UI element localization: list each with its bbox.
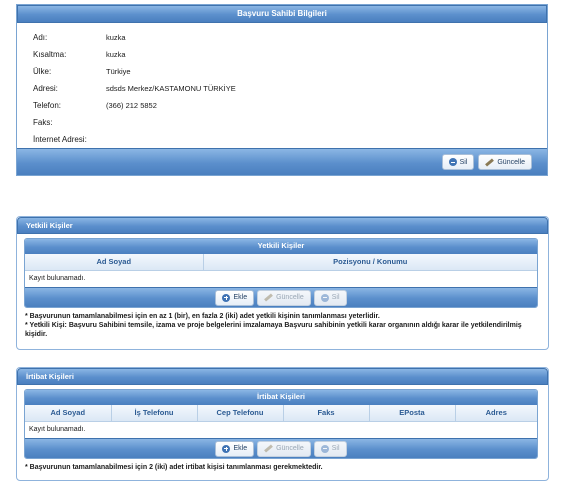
delete-contact-button[interactable]: Sil [313, 440, 347, 457]
update-contact-button[interactable]: Güncelle [257, 440, 311, 457]
contacts-grid: İrtibat Kişileri Ad Soyad İş Telefonu Ce… [24, 389, 538, 459]
delete-label: Sil [459, 158, 468, 166]
delete-icon [448, 158, 457, 166]
field-value: (366) 212 5852 [106, 101, 157, 110]
authorized-grid-title: Yetkili Kişiler [25, 239, 537, 254]
authorized-grid: Yetkili Kişiler Ad Soyad Pozisyonu / Kon… [24, 238, 538, 308]
column-header-work-phone[interactable]: İş Telefonu [111, 405, 198, 422]
contacts-notes: * Başvurunun tamamlanabilmesi için 2 (ik… [17, 459, 548, 472]
applicant-info-panel: Başvuru Sahibi Bilgileri Adı: kuzka Kısa… [16, 4, 548, 176]
authorized-persons-panel: Yetkili Kişiler Yetkili Kişiler Ad Soyad… [16, 216, 549, 350]
note-text: * Başvurunun tamamlanabilmesi için 2 (ik… [25, 464, 323, 471]
delete-authorized-button[interactable]: Sil [313, 289, 347, 306]
column-header-position[interactable]: Pozisyonu / Konumu [203, 254, 537, 271]
add-label: Ekle [233, 445, 248, 452]
add-icon [222, 293, 231, 302]
pencil-icon [264, 293, 274, 302]
update-label: Güncelle [276, 294, 304, 301]
authorized-table: Ad Soyad Pozisyonu / Konumu Kayıt buluna… [25, 254, 537, 287]
update-applicant-button[interactable]: Güncelle [478, 154, 532, 170]
contacts-grid-title: İrtibat Kişileri [25, 390, 537, 405]
add-icon [222, 444, 231, 453]
contacts-panel-title: İrtibat Kişileri [17, 368, 548, 385]
field-row-address: Adresi: sdsds Merkez/KASTAMONU TÜRKİYE [33, 80, 547, 97]
add-contact-button[interactable]: Ekle [215, 440, 255, 457]
field-label: İnternet Adresi: [33, 135, 87, 144]
update-label: Güncelle [276, 445, 304, 452]
column-header-name[interactable]: Ad Soyad [25, 405, 112, 422]
delete-label: Sil [331, 294, 340, 301]
applicant-fields: Adı: kuzka Kısaltma: kuzka Ülke: Türkiye… [17, 23, 547, 148]
contacts-table: Ad Soyad İş Telefonu Cep Telefonu Faks E… [25, 405, 537, 438]
table-row: Kayıt bulunamadı. [25, 421, 537, 438]
update-label: Güncelle [497, 158, 525, 166]
pencil-icon [485, 157, 495, 167]
field-value: Türkiye [106, 67, 131, 76]
applicant-button-bar: Sil Güncelle [17, 148, 547, 175]
delete-icon [320, 444, 329, 453]
field-row-phone: Telefon: (366) 212 5852 [33, 97, 547, 114]
column-header-name[interactable]: Ad Soyad [25, 254, 204, 271]
field-value: kuzka [106, 50, 126, 59]
column-header-email[interactable]: EPosta [369, 405, 456, 422]
field-row-website: İnternet Adresi: [33, 131, 547, 148]
field-label: Adı: [33, 33, 48, 42]
add-label: Ekle [233, 294, 248, 301]
note-text: * Başvurunun tamamlanabilmesi için en az… [25, 313, 380, 320]
field-row-name: Adı: kuzka [33, 29, 547, 46]
delete-icon [320, 293, 329, 302]
empty-message: Kayıt bulunamadı. [29, 275, 86, 283]
authorized-panel-title: Yetkili Kişiler [17, 217, 548, 234]
column-header-fax[interactable]: Faks [283, 405, 370, 422]
update-authorized-button[interactable]: Güncelle [257, 289, 311, 306]
contacts-button-bar: Ekle Güncelle Sil [25, 438, 537, 458]
pencil-icon [264, 444, 274, 453]
add-authorized-button[interactable]: Ekle [215, 289, 255, 306]
applicant-panel-title: Başvuru Sahibi Bilgileri [17, 5, 547, 23]
column-header-address[interactable]: Adres [455, 405, 537, 422]
authorized-notes: * Başvurunun tamamlanabilmesi için en az… [17, 308, 548, 339]
field-label: Adresi: [33, 84, 58, 93]
empty-message: Kayıt bulunamadı. [29, 426, 86, 434]
field-label: Ülke: [33, 67, 52, 76]
authorized-button-bar: Ekle Güncelle Sil [25, 287, 537, 307]
note-text: * Yetkili Kişi: Başvuru Sahibini temsile… [25, 322, 522, 338]
field-value: sdsds Merkez/KASTAMONU TÜRKİYE [106, 84, 236, 93]
delete-label: Sil [331, 445, 340, 452]
field-label: Telefon: [33, 101, 62, 110]
field-value: kuzka [106, 33, 126, 42]
contact-persons-panel: İrtibat Kişileri İrtibat Kişileri Ad Soy… [16, 367, 549, 481]
table-header-row: Ad Soyad Pozisyonu / Konumu [25, 254, 537, 271]
delete-applicant-button[interactable]: Sil [441, 154, 475, 170]
field-label: Faks: [33, 118, 53, 127]
field-row-country: Ülke: Türkiye [33, 63, 547, 80]
table-row: Kayıt bulunamadı. [25, 270, 537, 287]
column-header-mobile-phone[interactable]: Cep Telefonu [197, 405, 284, 422]
table-header-row: Ad Soyad İş Telefonu Cep Telefonu Faks E… [25, 405, 537, 422]
field-label: Kısaltma: [33, 50, 67, 59]
field-row-fax: Faks: [33, 114, 547, 131]
field-row-abbreviation: Kısaltma: kuzka [33, 46, 547, 63]
